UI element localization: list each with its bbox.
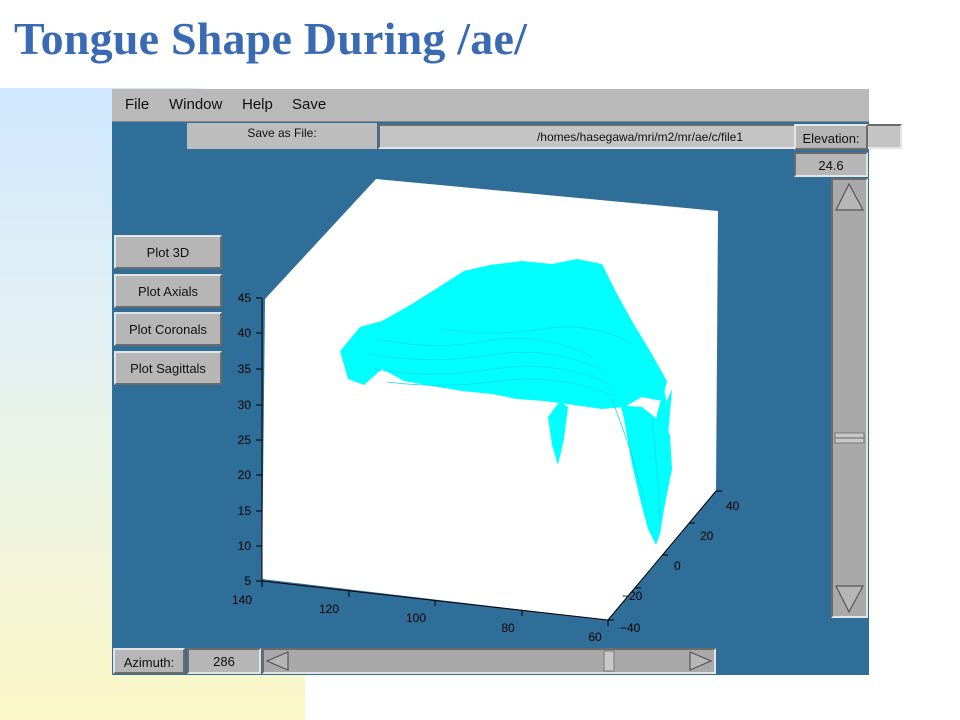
z-tick-label: 40 xyxy=(238,326,252,340)
azimuth-scrollbar-graphics xyxy=(265,650,713,672)
z-tick-label: 30 xyxy=(238,398,252,412)
azimuth-scroll-thumb xyxy=(603,650,615,672)
z-tick-label: 20 xyxy=(238,468,252,482)
azimuth-label-text: Azimuth: xyxy=(123,655,175,670)
x-tick-label: 140 xyxy=(232,593,252,607)
azimuth-scrollbar[interactable] xyxy=(262,648,716,674)
azimuth-label: Azimuth: xyxy=(113,648,185,674)
slide-title: Tongue Shape During /ae/ xyxy=(14,13,528,64)
azimuth-value: 286 xyxy=(213,654,235,669)
plot-box-face xyxy=(262,179,718,620)
z-tick-label: 10 xyxy=(238,539,252,553)
x-tick-label: 120 xyxy=(319,602,339,616)
z-tick-label: 15 xyxy=(238,504,252,518)
azimuth-value-field[interactable]: 286 xyxy=(187,648,261,674)
scroll-left-arrow-icon xyxy=(265,651,289,671)
y-tick-label: −20 xyxy=(622,589,643,603)
app-window: File Window Help Save Save as File: /hom… xyxy=(112,89,902,675)
y-tick-label: 20 xyxy=(700,529,714,543)
x-tick-label: 100 xyxy=(406,611,426,625)
x-tick-label: 60 xyxy=(588,630,602,644)
x-tick-label: 80 xyxy=(501,621,515,635)
z-tick-label: 35 xyxy=(238,362,252,376)
z-tick-label: 45 xyxy=(238,291,252,305)
z-tick-label: 25 xyxy=(238,433,252,447)
plot-3d-view: 45 40 35 30 25 20 15 10 5 140 120 100 80… xyxy=(232,179,740,644)
y-tick-label: −40 xyxy=(620,621,641,635)
y-tick-label: 0 xyxy=(674,559,681,573)
y-tick-label: 40 xyxy=(726,499,740,513)
z-tick-label: 5 xyxy=(244,574,251,588)
scroll-right-arrow-icon xyxy=(689,651,713,671)
z-axis-ticks xyxy=(256,297,262,582)
